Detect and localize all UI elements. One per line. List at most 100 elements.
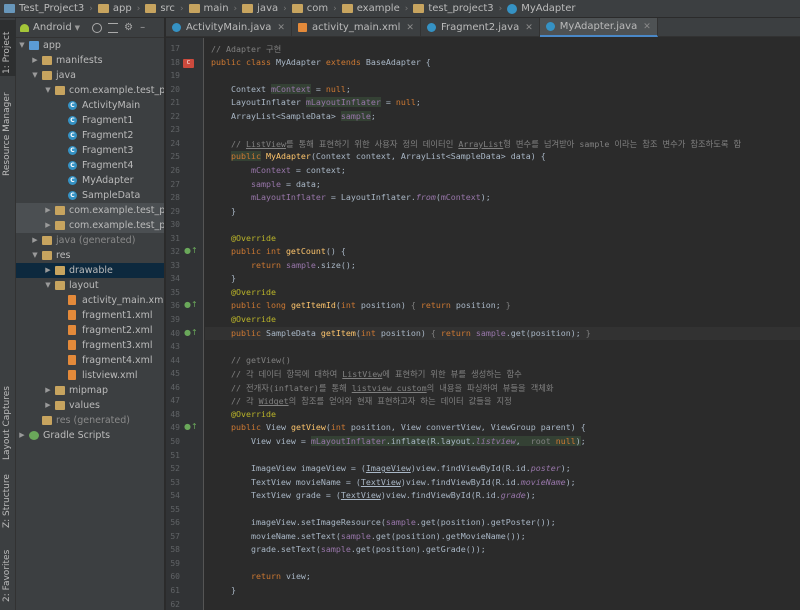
breadcrumb-item[interactable]: test_project3 [413,0,494,17]
java-class-icon [426,23,436,32]
line-number: 53 [170,477,180,487]
tree-item[interactable]: C MyAdapter [16,173,164,188]
tree-item[interactable]: ▶ com.example.test_project3 [16,218,164,233]
tree-item[interactable]: listview.xml [16,368,164,383]
tree-item[interactable]: C SampleData [16,188,164,203]
implements-icon[interactable]: C [183,58,194,68]
breadcrumb-item[interactable]: app [97,0,132,17]
tree-item[interactable]: res (generated) [16,413,164,428]
close-icon[interactable]: ✕ [406,23,414,33]
locate-icon[interactable] [92,22,103,33]
collapsed-arrow-icon[interactable]: ▶ [44,218,52,233]
line-number: 51 [170,450,180,460]
close-icon[interactable]: ✕ [277,23,285,33]
tree-item[interactable]: C Fragment4 [16,158,164,173]
folder-icon [55,206,65,215]
editor-tab[interactable]: ActivityMain.java ✕ [166,18,292,37]
folder-icon [42,251,52,260]
folder-icon [145,4,157,13]
tree-item[interactable]: ▼ res [16,248,164,263]
tree-item[interactable]: ▶ drawable [16,263,164,278]
tree-item-label: manifests [56,55,103,66]
code-line: LayoutInflater mLayoutInflater = null; [211,97,421,108]
close-icon[interactable]: ✕ [643,22,651,32]
collapsed-arrow-icon[interactable]: ▶ [44,398,52,413]
tool-tab-layout-captures-label: Layout Captures [2,386,12,460]
tree-item[interactable]: ▼ layout [16,278,164,293]
java-class-icon [545,22,555,31]
tree-item[interactable]: C Fragment2 [16,128,164,143]
project-panel: Android ▼ ⚙ – ▼ app ▶ manifests ▼ java ▼ com.ex… [16,18,165,610]
tree-item[interactable]: ▼ com.example.test_project3 [16,83,164,98]
tree-item[interactable]: ▶ Gradle Scripts [16,428,164,443]
breadcrumb-item[interactable]: com [291,0,328,17]
collapsed-arrow-icon[interactable]: ▶ [44,203,52,218]
breadcrumb-item[interactable]: MyAdapter [507,0,575,17]
tool-tab-project[interactable]: 1: Project [0,20,16,76]
collapsed-arrow-icon[interactable]: ▶ [18,428,26,443]
editor-tab-label: Fragment2.java [440,22,520,33]
breadcrumb-item[interactable]: Test_Project3 [4,0,84,17]
line-number: 44 [170,355,180,365]
editor-tab[interactable]: activity_main.xml ✕ [292,18,421,37]
breadcrumb-item[interactable]: java [242,0,278,17]
override-icon[interactable]: ●↑ [184,300,198,309]
tool-tab-structure-label: Z: Structure [2,474,12,528]
tree-item[interactable]: C ActivityMain [16,98,164,113]
override-icon[interactable]: ●↑ [184,328,198,337]
breadcrumb-item[interactable]: example [341,0,400,17]
tree-item[interactable]: C Fragment3 [16,143,164,158]
editor-tab[interactable]: Fragment2.java ✕ [421,18,540,37]
code-editor[interactable]: // Adapter 구현 public class MyAdapter exte… [205,38,800,610]
breadcrumb-separator-icon: › [89,3,93,14]
override-icon[interactable]: ●↑ [184,422,198,431]
tree-item[interactable]: fragment4.xml [16,353,164,368]
tree-item[interactable]: fragment3.xml [16,338,164,353]
tree-item-label: MyAdapter [82,175,134,186]
navigation-breadcrumb: Test_Project3 › app › src › main › java › com › exam… [0,0,800,18]
collapse-all-icon[interactable] [108,22,119,33]
collapsed-arrow-icon[interactable]: ▶ [44,383,52,398]
tool-tab-favorites[interactable]: 2: Favorites [0,538,16,604]
tree-item[interactable]: ▶ java (generated) [16,233,164,248]
folder-icon [55,401,65,410]
tool-tab-resource-manager[interactable]: Resource Manager [0,88,16,178]
expanded-arrow-icon[interactable]: ▼ [31,248,39,263]
editor-tab[interactable]: MyAdapter.java ✕ [539,18,658,37]
tree-item-label: listview.xml [82,370,138,381]
line-number: 21 [170,98,180,108]
tool-tab-favorites-label: 2: Favorites [2,549,12,602]
tree-item[interactable]: ▶ manifests [16,53,164,68]
project-view-select[interactable]: Android ▼ [20,22,80,33]
tree-item[interactable]: C Fragment1 [16,113,164,128]
override-icon[interactable]: ●↑ [184,246,198,255]
collapsed-arrow-icon[interactable]: ▶ [31,53,39,68]
xml-file-icon [68,370,76,380]
tree-item[interactable]: ▶ com.example.test_project3 [16,203,164,218]
collapsed-arrow-icon[interactable]: ▶ [44,263,52,278]
code-line: View view = mLayoutInflater.inflate(R.la… [211,435,586,446]
expanded-arrow-icon[interactable]: ▼ [44,83,52,98]
tree-item[interactable]: ▼ java [16,68,164,83]
expanded-arrow-icon[interactable]: ▼ [44,278,52,293]
tree-item[interactable]: ▶ mipmap [16,383,164,398]
breadcrumb-item[interactable]: main [188,0,229,17]
gear-icon[interactable]: ⚙ [124,22,134,33]
hide-icon[interactable]: – [140,22,150,33]
code-line: public int getCount() { [230,246,346,257]
collapsed-arrow-icon[interactable]: ▶ [31,233,39,248]
expanded-arrow-icon[interactable]: ▼ [31,68,39,83]
expanded-arrow-icon[interactable]: ▼ [18,38,26,53]
tree-item[interactable]: fragment2.xml [16,323,164,338]
tool-tab-structure[interactable]: Z: Structure [0,468,16,530]
tree-item[interactable]: activity_main.xml [16,293,164,308]
code-line: // ListView를 통해 표현하기 위한 사용자 정의 데이터인 Arra… [230,138,742,149]
code-line: } [211,273,236,284]
tree-item[interactable]: fragment1.xml [16,308,164,323]
tree-item-label: fragment1.xml [82,310,153,321]
tool-tab-layout-captures[interactable]: Layout Captures [0,380,16,462]
tree-item[interactable]: ▶ values [16,398,164,413]
breadcrumb-item[interactable]: src [145,0,175,17]
close-icon[interactable]: ✕ [525,23,533,33]
tree-item[interactable]: ▼ app [16,38,164,53]
